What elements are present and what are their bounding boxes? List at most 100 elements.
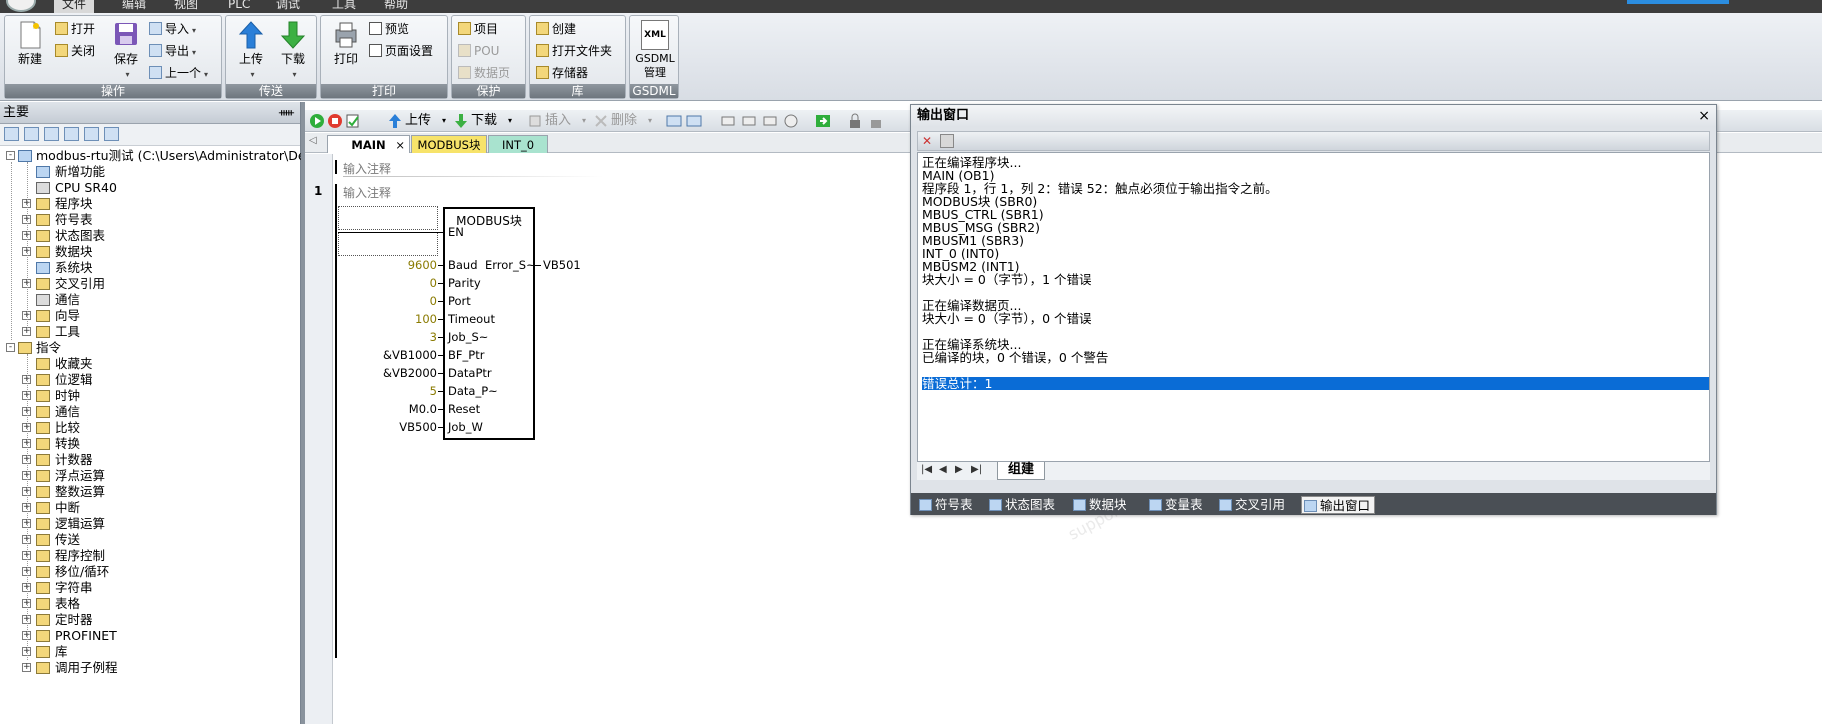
tree-item[interactable]: + 调用子例程 <box>0 660 300 676</box>
tree-item[interactable]: 新增功能 <box>0 164 300 180</box>
tree-item[interactable]: + 定时器 <box>0 612 300 628</box>
program-comment[interactable]: 输入注释 <box>343 160 391 177</box>
tree-item[interactable]: + 整数运算 <box>0 484 300 500</box>
input-value[interactable]: M0.0 <box>347 402 437 416</box>
tree-item[interactable]: 收藏夹 <box>0 356 300 372</box>
upload-button[interactable]: 上传 ▾ <box>232 20 270 82</box>
menu-file[interactable]: 文件 <box>54 0 95 13</box>
next-page-icon[interactable]: ▶ <box>955 464 963 475</box>
open-button[interactable]: 打开 <box>55 20 95 38</box>
tree-item[interactable]: 系统块 <box>0 260 300 276</box>
page-setup-button[interactable]: 页面设置 <box>369 42 433 60</box>
clear-output-icon[interactable]: ✕ <box>922 134 936 148</box>
view-data-icon[interactable] <box>64 127 79 141</box>
menu-edit[interactable]: 编辑 <box>114 0 154 13</box>
tab-build[interactable]: 组建 <box>997 462 1046 480</box>
tree-item[interactable]: + 传送 <box>0 532 300 548</box>
input-value[interactable]: 9600 <box>347 258 437 272</box>
tab-modbus-block[interactable]: MODBUS块 <box>411 135 487 153</box>
tree-item[interactable]: + 移位/循环 <box>0 564 300 580</box>
tree-item[interactable]: + 库 <box>0 644 300 660</box>
tree-item[interactable]: + 向导 <box>0 308 300 324</box>
output-line[interactable]: 正在编译程序块... <box>922 156 1709 169</box>
toolbar-download-label[interactable]: 下载 <box>471 113 497 129</box>
lock-icon[interactable] <box>847 113 863 129</box>
input-value[interactable]: VB500 <box>347 420 437 434</box>
tree-item[interactable]: - 指令 <box>0 340 300 356</box>
tree-item[interactable]: + 数据块 <box>0 244 300 260</box>
expand-icon[interactable]: + <box>22 327 31 336</box>
tree-item[interactable]: + 位逻辑 <box>0 372 300 388</box>
tabs-scroll-left-icon[interactable]: ◁ <box>309 135 317 146</box>
upload-small-icon[interactable] <box>387 113 403 129</box>
view-list-icon[interactable] <box>24 127 39 141</box>
tab-symbol-table[interactable]: 符号表 <box>917 496 973 514</box>
last-page-icon[interactable]: ▶| <box>971 464 982 475</box>
output-value-vb501[interactable]: VB501 <box>543 258 581 272</box>
tree-item[interactable]: 通信 <box>0 292 300 308</box>
gsdml-manage-button[interactable]: XML GSDML 管理 <box>635 20 675 82</box>
print-button[interactable]: 打印 <box>327 20 365 82</box>
tree-item[interactable]: + PROFINET <box>0 628 300 644</box>
download-dropdown-icon[interactable]: ▾ <box>292 70 296 79</box>
tab-int0[interactable]: INT_0 <box>488 135 548 153</box>
upload-dropdown-icon[interactable]: ▾ <box>250 70 254 79</box>
protect-data-page-button[interactable]: 数据页 <box>458 64 510 82</box>
output-line[interactable] <box>922 286 1709 299</box>
tree-item[interactable]: + 符号表 <box>0 212 300 228</box>
timer-box-icon[interactable] <box>783 113 799 129</box>
contact-icon[interactable] <box>720 113 736 129</box>
menu-view[interactable]: 视图 <box>166 0 206 13</box>
rung-comment[interactable]: 输入注释 <box>343 184 391 201</box>
download-small-icon[interactable] <box>453 113 469 129</box>
tree-item[interactable]: + 工具 <box>0 324 300 340</box>
pin-icon[interactable]: ᚔ <box>279 102 294 124</box>
view-monitor-icon[interactable] <box>104 127 119 141</box>
toolbar-upload-dropdown-icon[interactable]: ▾ <box>442 113 446 129</box>
output-line[interactable]: 块大小 = 0（字节），0 个错误 <box>922 312 1709 325</box>
toolbar-download-dropdown-icon[interactable]: ▾ <box>508 113 512 129</box>
library-memory-button[interactable]: 存储器 <box>536 64 588 82</box>
tree-item[interactable]: - modbus-rtu测试 (C:\Users\Administrator\De… <box>0 148 345 164</box>
menu-plc[interactable]: PLC <box>220 0 258 13</box>
protect-pou-button[interactable]: POU <box>458 42 499 60</box>
preview-button[interactable]: 预览 <box>369 20 409 38</box>
new-button[interactable]: 新建 <box>11 20 49 82</box>
tree-item[interactable]: CPU SR40 <box>0 180 300 196</box>
tree-item[interactable]: + 字符串 <box>0 580 300 596</box>
tree-item[interactable]: + 浮点运算 <box>0 468 300 484</box>
view-symbols-icon[interactable] <box>44 127 59 141</box>
export-button[interactable]: 导出 ▾ <box>149 42 196 60</box>
output-line[interactable]: 已编译的块，0 个错误，0 个警告 <box>922 351 1709 364</box>
run-icon[interactable] <box>309 113 325 129</box>
prev-page-icon[interactable]: ◀ <box>939 464 947 475</box>
output-line[interactable] <box>922 325 1709 338</box>
compile-icon[interactable] <box>345 113 361 129</box>
output-line[interactable]: MBUS_MSG (SBR2) <box>922 221 1709 234</box>
output-line[interactable]: INT_0 (INT0) <box>922 247 1709 260</box>
output-text-area[interactable]: 正在编译程序块... MAIN (OB1) 程序段 1，行 1，列 2：错误 52：… <box>917 152 1710 462</box>
copy-output-icon[interactable] <box>940 134 954 148</box>
library-create-button[interactable]: 创建 <box>536 20 576 38</box>
delete-icon[interactable] <box>593 113 609 129</box>
tab-variable-table[interactable]: 变量表 <box>1147 496 1203 514</box>
application-logo-icon[interactable] <box>6 0 36 12</box>
window-control-button[interactable] <box>1627 0 1729 4</box>
output-line-selected[interactable]: 错误总计：1 <box>922 377 1709 390</box>
tab-cross-reference[interactable]: 交叉引用 <box>1217 496 1285 514</box>
view-project-icon[interactable] <box>4 127 19 141</box>
input-value[interactable]: 0 <box>347 294 437 308</box>
previous-button[interactable]: 上一个 ▾ <box>149 64 208 82</box>
expand-icon[interactable]: + <box>22 663 31 672</box>
output-window-close-icon[interactable]: × <box>1698 105 1710 127</box>
box-icon[interactable] <box>762 113 778 129</box>
tree-item[interactable]: + 表格 <box>0 596 300 612</box>
tab-output-window[interactable]: 输出窗口 <box>1301 496 1376 514</box>
insert-icon[interactable] <box>527 113 543 129</box>
menu-debug[interactable]: 调试 <box>268 0 308 13</box>
collapse-icon[interactable]: - <box>6 343 15 352</box>
tree-item[interactable]: + 计数器 <box>0 452 300 468</box>
tree-item[interactable]: + 通信 <box>0 404 300 420</box>
tree-item[interactable]: + 时钟 <box>0 388 300 404</box>
toolbar-insert-dropdown-icon[interactable]: ▾ <box>582 113 586 129</box>
